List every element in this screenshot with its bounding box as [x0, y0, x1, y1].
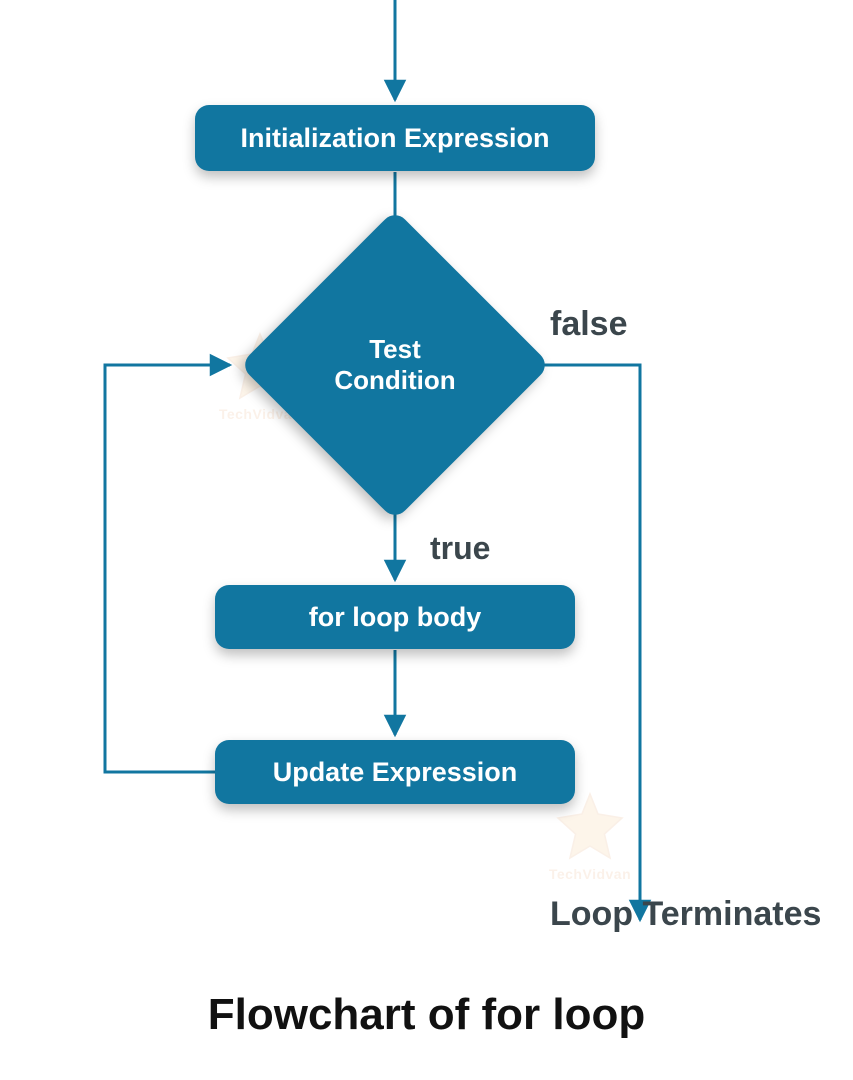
edge-label-terminate: Loop Terminates: [550, 895, 821, 934]
node-label: for loop body: [309, 602, 481, 633]
node-label: Update Expression: [273, 757, 518, 788]
node-label: Test Condition: [334, 334, 455, 396]
edge-label-true: true: [430, 530, 490, 567]
node-initialization: Initialization Expression: [195, 105, 595, 171]
node-loop-body: for loop body: [215, 585, 575, 649]
diagram-title: Flowchart of for loop: [0, 990, 853, 1040]
node-update-expression: Update Expression: [215, 740, 575, 804]
node-label: Initialization Expression: [240, 123, 549, 154]
watermark-text: TechVidvan: [530, 866, 650, 882]
edge-label-false: false: [550, 305, 628, 344]
node-test-condition: Test Condition: [285, 255, 505, 475]
